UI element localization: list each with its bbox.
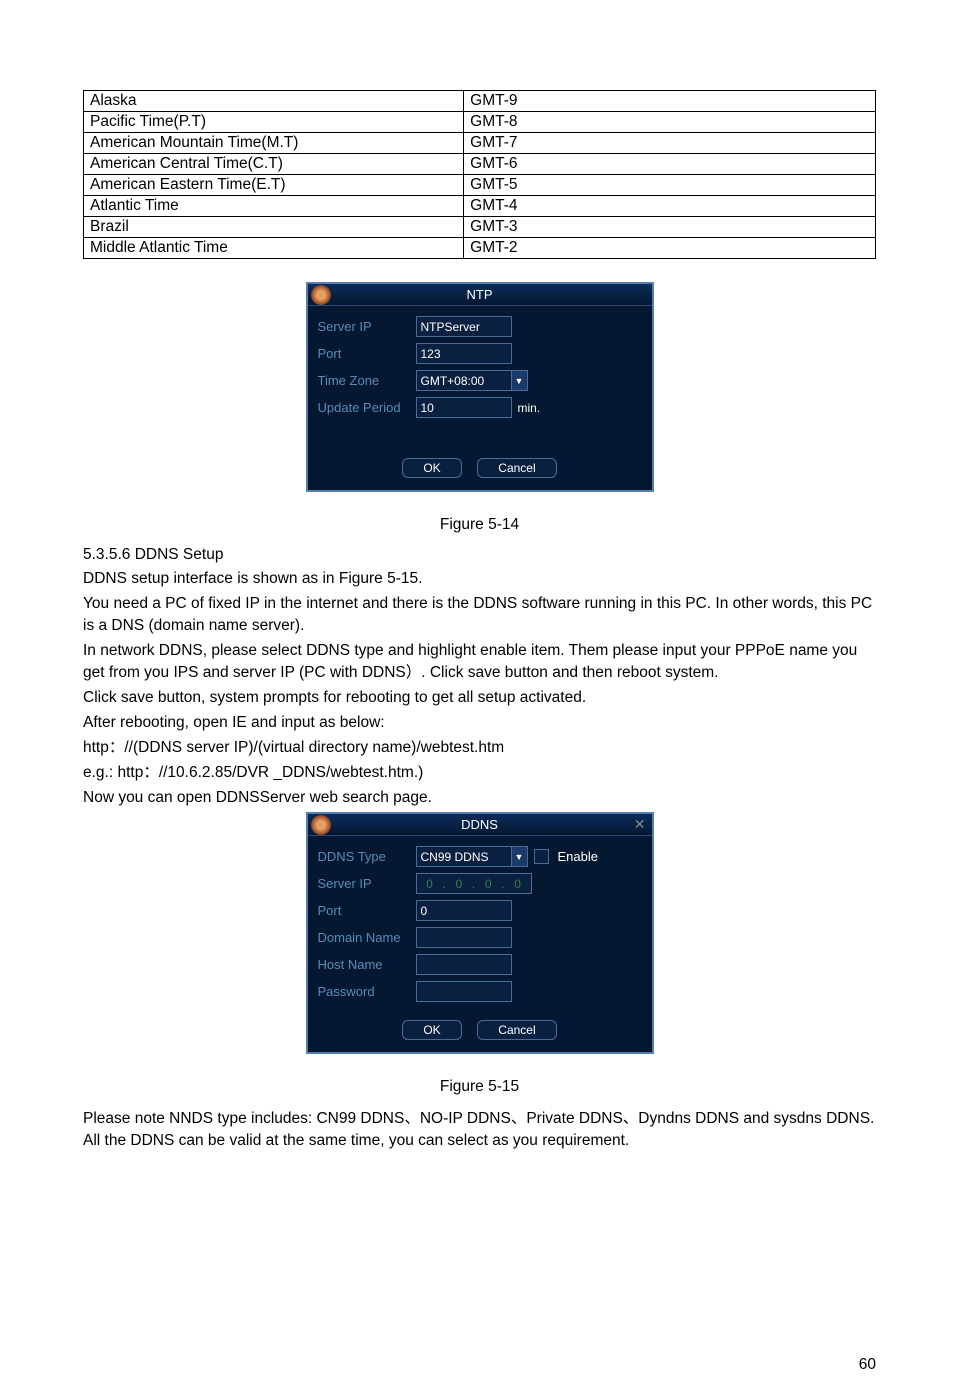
update-period-input[interactable] bbox=[416, 397, 512, 418]
figure-caption: Figure 5-14 bbox=[83, 516, 876, 534]
body-text: In network DDNS, please select DDNS type… bbox=[83, 640, 876, 684]
title-text: DDNS bbox=[461, 817, 498, 832]
body-text: e.g.: http：//10.6.2.85/DVR _DDNS/webtest… bbox=[83, 762, 876, 784]
dialog-title: DDNS ✕ bbox=[308, 814, 652, 836]
enable-checkbox[interactable] bbox=[534, 849, 549, 864]
password-input[interactable] bbox=[416, 981, 512, 1002]
dialog-title: NTP bbox=[308, 284, 652, 306]
table-row: American Eastern Time(E.T)GMT-5 bbox=[84, 175, 876, 196]
timezone-table: AlaskaGMT-9Pacific Time(P.T)GMT-8America… bbox=[83, 90, 876, 259]
table-row: Atlantic TimeGMT-4 bbox=[84, 196, 876, 217]
close-icon[interactable]: ✕ bbox=[634, 816, 646, 833]
table-cell: American Eastern Time(E.T) bbox=[84, 175, 464, 196]
port-input[interactable] bbox=[416, 900, 512, 921]
ddns-dialog: DDNS ✕ DDNS Type ▼ Enable Server IP 0. bbox=[306, 812, 654, 1054]
body-text: http：//(DDNS server IP)/(virtual directo… bbox=[83, 737, 876, 759]
section-heading: 5.3.5.6 DDNS Setup bbox=[83, 546, 876, 564]
enable-label: Enable bbox=[558, 849, 598, 864]
update-period-label: Update Period bbox=[318, 400, 410, 415]
table-cell: GMT-7 bbox=[464, 133, 876, 154]
chevron-down-icon[interactable]: ▼ bbox=[512, 846, 528, 867]
ok-button[interactable]: OK bbox=[402, 458, 461, 478]
host-name-label: Host Name bbox=[318, 957, 410, 972]
table-cell: GMT-6 bbox=[464, 154, 876, 175]
host-name-input[interactable] bbox=[416, 954, 512, 975]
port-label: Port bbox=[318, 903, 410, 918]
server-ip-input[interactable]: 0. 0. 0. 0 bbox=[416, 873, 532, 894]
body-text: DDNS setup interface is shown as in Figu… bbox=[83, 568, 876, 590]
table-cell: Brazil bbox=[84, 217, 464, 238]
table-row: American Mountain Time(M.T)GMT-7 bbox=[84, 133, 876, 154]
server-ip-label: Server IP bbox=[318, 319, 410, 334]
globe-icon bbox=[311, 815, 331, 835]
table-row: Pacific Time(P.T)GMT-8 bbox=[84, 112, 876, 133]
body-text: You need a PC of fixed IP in the interne… bbox=[83, 593, 876, 637]
cancel-button[interactable]: Cancel bbox=[477, 458, 556, 478]
cancel-button[interactable]: Cancel bbox=[477, 1020, 556, 1040]
domain-name-input[interactable] bbox=[416, 927, 512, 948]
body-text: Now you can open DDNSServer web search p… bbox=[83, 787, 876, 809]
body-text: After rebooting, open IE and input as be… bbox=[83, 712, 876, 734]
password-label: Password bbox=[318, 984, 410, 999]
timezone-label: Time Zone bbox=[318, 373, 410, 388]
timezone-select[interactable] bbox=[416, 370, 512, 391]
ntp-dialog: NTP Server IP Port Time Zone ▼ bbox=[306, 282, 654, 492]
ddns-type-label: DDNS Type bbox=[318, 849, 410, 864]
server-ip-label: Server IP bbox=[318, 876, 410, 891]
ok-button[interactable]: OK bbox=[402, 1020, 461, 1040]
table-row: American Central Time(C.T)GMT-6 bbox=[84, 154, 876, 175]
table-row: AlaskaGMT-9 bbox=[84, 91, 876, 112]
table-cell: Pacific Time(P.T) bbox=[84, 112, 464, 133]
globe-icon bbox=[311, 285, 331, 305]
table-cell: GMT-2 bbox=[464, 238, 876, 259]
table-cell: Middle Atlantic Time bbox=[84, 238, 464, 259]
table-cell: GMT-9 bbox=[464, 91, 876, 112]
table-row: BrazilGMT-3 bbox=[84, 217, 876, 238]
page-number: 60 bbox=[859, 1356, 876, 1374]
table-cell: Atlantic Time bbox=[84, 196, 464, 217]
table-cell: GMT-4 bbox=[464, 196, 876, 217]
figure-caption: Figure 5-15 bbox=[83, 1078, 876, 1096]
chevron-down-icon[interactable]: ▼ bbox=[512, 370, 528, 391]
table-cell: American Mountain Time(M.T) bbox=[84, 133, 464, 154]
table-cell: GMT-8 bbox=[464, 112, 876, 133]
body-text: Please note NNDS type includes: CN99 DDN… bbox=[83, 1108, 876, 1152]
table-row: Middle Atlantic TimeGMT-2 bbox=[84, 238, 876, 259]
table-cell: GMT-3 bbox=[464, 217, 876, 238]
body-text: Click save button, system prompts for re… bbox=[83, 687, 876, 709]
server-ip-input[interactable] bbox=[416, 316, 512, 337]
table-cell: GMT-5 bbox=[464, 175, 876, 196]
title-text: NTP bbox=[467, 287, 493, 302]
domain-name-label: Domain Name bbox=[318, 930, 410, 945]
period-unit: min. bbox=[518, 401, 541, 415]
ddns-type-select[interactable] bbox=[416, 846, 512, 867]
port-input[interactable] bbox=[416, 343, 512, 364]
table-cell: American Central Time(C.T) bbox=[84, 154, 464, 175]
table-cell: Alaska bbox=[84, 91, 464, 112]
port-label: Port bbox=[318, 346, 410, 361]
